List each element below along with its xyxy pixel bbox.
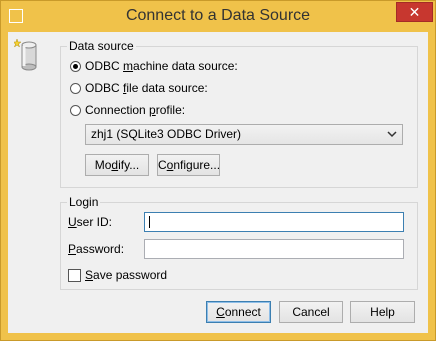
close-button[interactable]: ✕ — [396, 2, 433, 22]
radio-indicator[interactable] — [70, 104, 81, 116]
cancel-button[interactable]: Cancel — [279, 301, 343, 323]
radio-indicator[interactable] — [70, 60, 81, 72]
connection-profile-radio[interactable]: Connection profile: — [70, 102, 185, 118]
select-value: zhj1 (SQLite3 ODBC Driver) — [91, 127, 242, 141]
password-input[interactable] — [144, 239, 404, 259]
database-icon — [14, 38, 37, 71]
help-button[interactable]: Help — [350, 301, 415, 323]
title-bar[interactable]: Connect to a Data Source ✕ — [1, 1, 435, 32]
connection-profile-select[interactable]: zhj1 (SQLite3 ODBC Driver) — [85, 124, 403, 145]
dialog-client-area: Data source ODBC machine data source: OD… — [8, 32, 428, 333]
data-source-legend: Data source — [67, 39, 136, 53]
login-legend: Login — [67, 195, 101, 209]
radio-label[interactable]: Connection profile: — [85, 102, 185, 118]
user-id-input[interactable] — [144, 212, 404, 232]
window-title: Connect to a Data Source — [125, 7, 311, 24]
odbc-file-radio[interactable]: ODBC file data source: — [70, 80, 208, 96]
chevron-down-icon[interactable] — [386, 128, 398, 140]
password-label: Password: — [68, 242, 125, 256]
text-caret — [149, 216, 150, 228]
odbc-machine-radio[interactable]: ODBC machine data source: — [70, 58, 238, 74]
save-password-checkbox[interactable]: Save password — [68, 267, 167, 283]
configure-button[interactable]: Configure... — [157, 154, 220, 176]
user-id-label: User ID: — [68, 215, 113, 229]
radio-indicator[interactable] — [70, 82, 81, 94]
connect-button[interactable]: Connect — [206, 301, 271, 323]
radio-label[interactable]: ODBC machine data source: — [85, 58, 238, 74]
dialog-window: Connect to a Data Source ✕ Data source O… — [0, 0, 436, 341]
modify-button[interactable]: Modify... — [85, 154, 149, 176]
checkbox-indicator[interactable] — [68, 268, 81, 282]
checkbox-label[interactable]: Save password — [85, 267, 167, 283]
radio-label[interactable]: ODBC file data source: — [85, 80, 208, 96]
close-icon: ✕ — [408, 4, 421, 20]
